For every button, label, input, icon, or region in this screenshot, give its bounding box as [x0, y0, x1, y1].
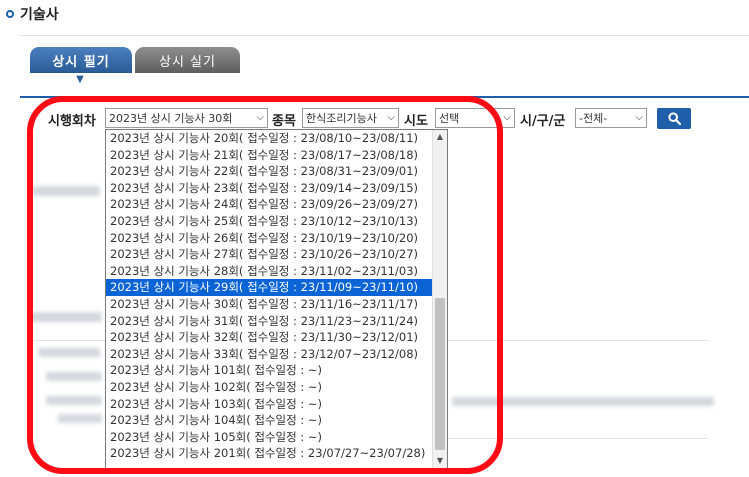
- bullet-ring-icon: [6, 10, 14, 18]
- round-label: 시행회차: [48, 114, 96, 129]
- chevron-down-icon: ⌵: [256, 112, 264, 123]
- round-option[interactable]: 2023년 상시 기능사 20회( 접수일정 : 23/08/10~23/08/…: [106, 130, 433, 147]
- round-option[interactable]: 2023년 상시 기능사 22회( 접수일정 : 23/08/31~23/09/…: [106, 163, 433, 180]
- redacted-text: [46, 372, 102, 381]
- redacted-text: [32, 186, 100, 196]
- city-select[interactable]: -전체- ⌵: [575, 108, 647, 128]
- scrollbar-thumb[interactable]: [435, 298, 445, 450]
- tab-written-exam-label: 상시 필기: [52, 54, 110, 70]
- redacted-text: [46, 396, 102, 405]
- round-option[interactable]: 2023년 상시 기능사 101회( 접수일정 : ~): [106, 362, 433, 379]
- round-option[interactable]: 2023년 상시 기능사 26회( 접수일정 : 23/10/19~23/10/…: [106, 230, 433, 247]
- round-dropdown-list[interactable]: 2023년 상시 기능사 20회( 접수일정 : 23/08/10~23/08/…: [105, 129, 448, 469]
- province-select-value: 선택: [439, 112, 460, 125]
- round-option[interactable]: 2023년 상시 기능사 103회( 접수일정 : ~): [106, 396, 433, 413]
- redacted-text: [452, 397, 714, 406]
- redacted-text: [38, 348, 100, 357]
- province-select[interactable]: 선택 ⌵: [435, 108, 515, 128]
- city-label: 시/구/군: [520, 114, 566, 129]
- round-option[interactable]: 2023년 상시 기능사 27회( 접수일정 : 23/10/26~23/10/…: [106, 246, 433, 263]
- round-option[interactable]: 2023년 상시 기능사 24회( 접수일정 : 23/09/26~23/09/…: [106, 196, 433, 213]
- round-option[interactable]: 2023년 상시 기능사 25회( 접수일정 : 23/10/12~23/10/…: [106, 213, 433, 230]
- round-option[interactable]: 2023년 상시 기능사 31회( 접수일정 : 23/11/23~23/11/…: [106, 313, 433, 330]
- section-title: 기술사: [20, 7, 59, 23]
- category-select[interactable]: 한식조리기능사 ⌵: [302, 108, 399, 128]
- round-option[interactable]: 2023년 상시 기능사 32회( 접수일정 : 23/11/30~23/12/…: [106, 329, 433, 346]
- round-option[interactable]: 2023년 상시 기능사 23회( 접수일정 : 23/09/14~23/09/…: [106, 180, 433, 197]
- round-option-list: 2023년 상시 기능사 20회( 접수일정 : 23/08/10~23/08/…: [106, 130, 433, 462]
- redacted-text: [58, 414, 102, 423]
- round-option[interactable]: 2023년 상시 기능사 33회( 접수일정 : 23/12/07~23/12/…: [106, 346, 433, 363]
- tab-practical-exam[interactable]: 상시 실기: [135, 47, 240, 73]
- round-option[interactable]: 2023년 상시 기능사 21회( 접수일정 : 23/08/17~23/08/…: [106, 147, 433, 164]
- round-option[interactable]: 2023년 상시 기능사 102회( 접수일정 : ~): [106, 379, 433, 396]
- chevron-down-icon: ⌵: [503, 112, 511, 123]
- category-select-value: 한식조리기능사: [306, 112, 377, 125]
- city-select-value: -전체-: [579, 112, 608, 125]
- content-divider: [30, 340, 110, 341]
- chevron-down-icon: ⌵: [387, 112, 395, 123]
- redacted-text: [28, 312, 102, 322]
- top-divider: [20, 35, 749, 36]
- round-select-value: 2023년 상시 기능사 30회: [109, 112, 233, 125]
- tab-practical-exam-label: 상시 실기: [159, 54, 216, 70]
- round-option[interactable]: 2023년 상시 기능사 28회( 접수일정 : 23/11/02~23/11/…: [106, 263, 433, 280]
- scroll-up-arrow-icon[interactable]: ▲: [433, 130, 447, 144]
- province-label: 시도: [404, 114, 428, 129]
- category-label: 종목: [272, 114, 296, 129]
- round-option[interactable]: 2023년 상시 기능사 104회( 접수일정 : ~): [106, 412, 433, 429]
- scroll-down-arrow-icon[interactable]: ▼: [433, 454, 447, 468]
- chevron-down-icon: ▼: [76, 74, 84, 85]
- section-header: 기술사: [6, 4, 59, 24]
- round-option[interactable]: 2023년 상시 기능사 201회( 접수일정 : 23/07/27~23/07…: [106, 445, 433, 462]
- content-divider: [448, 438, 708, 439]
- chevron-down-icon: ⌵: [635, 112, 643, 123]
- round-option-selected[interactable]: 2023년 상시 기능사 29회( 접수일정 : 23/11/09~23/11/…: [106, 279, 433, 296]
- search-button[interactable]: [657, 108, 691, 129]
- round-select[interactable]: 2023년 상시 기능사 30회 ⌵: [105, 108, 268, 128]
- round-option[interactable]: 2023년 상시 기능사 105회( 접수일정 : ~): [106, 429, 433, 446]
- dropdown-scrollbar[interactable]: ▲ ▼: [432, 130, 447, 468]
- magnifier-icon: [667, 112, 681, 125]
- tab-written-exam[interactable]: 상시 필기: [30, 47, 132, 73]
- round-option[interactable]: 2023년 상시 기능사 30회( 접수일정 : 23/11/16~23/11/…: [106, 296, 433, 313]
- content-divider: [448, 340, 708, 341]
